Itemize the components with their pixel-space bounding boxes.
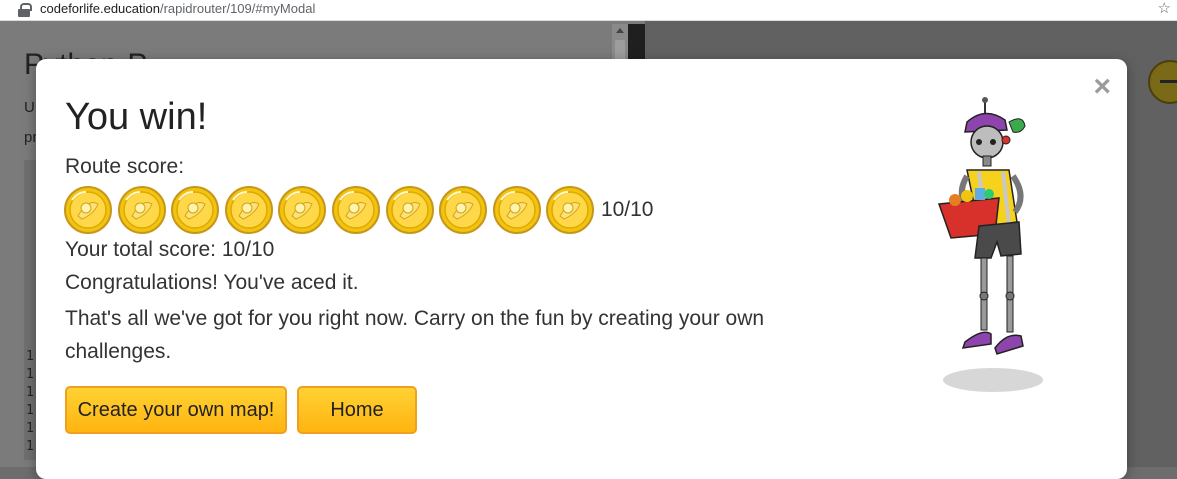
url-host: codeforlife.education [40,1,160,16]
lock-icon-body [18,9,30,17]
robot-head [970,125,1004,159]
coin-row [64,186,600,234]
total-score: Your total score: 10/10 [65,238,275,261]
route-score-value: 10/10 [600,198,654,221]
route-score-label: Route score: [65,155,185,178]
robot-shorts [974,221,1022,259]
congrats-text: Congratulations! You've aced it. [65,271,359,294]
url-path: /rapidrouter/109/#myModal [159,1,316,16]
robot-shoe [994,334,1024,355]
create-map-button[interactable]: Create your own map! [65,386,287,434]
gold-coin-icon [171,186,220,234]
gold-coin-icon [278,186,327,234]
win-modal: × You win! Route score: 10/10 Your total… [36,59,1127,479]
gold-coin-icon [64,186,112,234]
bookmark-star-icon[interactable]: ☆ [1158,0,1171,17]
robot-shadow [943,368,1043,392]
gold-coin-icon [492,186,541,234]
gold-coin-icon [546,186,595,234]
url-text[interactable]: codeforlife.education/rapidrouter/109/#m… [40,0,315,18]
gold-coin-icon [331,186,380,234]
robot-mascot-illustration [937,97,1043,392]
gold-coin-icon [224,186,273,234]
home-button[interactable]: Home [297,386,417,434]
modal-message: That's all we've got for you right now. … [65,307,765,363]
close-icon[interactable]: × [1093,72,1111,102]
background-text-line: U [24,99,35,116]
route-score-coins: 10/10 [64,184,654,236]
browser-url-bar[interactable]: codeforlife.education/rapidrouter/109/#m… [0,0,1177,21]
gold-coin-icon [385,186,434,234]
scroll-up-icon[interactable] [616,28,624,33]
gold-coin-icon [117,186,166,234]
robot-shoe [961,331,992,349]
modal-title: You win! [65,96,208,138]
gold-coin-icon [439,186,488,234]
